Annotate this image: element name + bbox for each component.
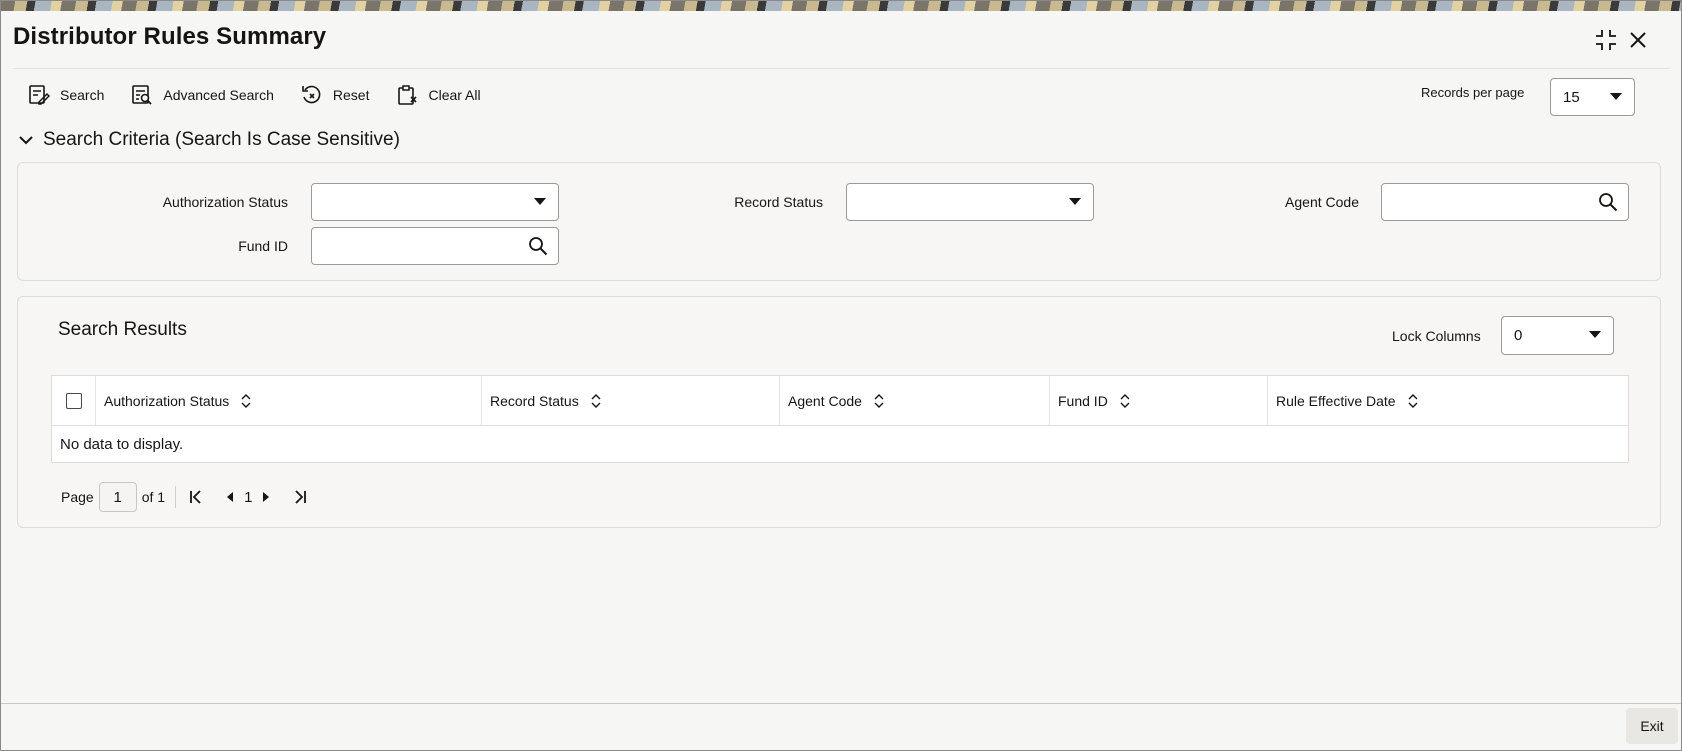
column-header-label: Agent Code [788, 392, 862, 409]
lock-columns-label: Lock Columns [1392, 328, 1481, 344]
window-frame: Distributor Rules Summary Search Advance… [0, 0, 1682, 751]
previous-page-button[interactable] [220, 487, 240, 507]
reset-icon [300, 83, 324, 107]
column-header-label: Fund ID [1058, 392, 1108, 409]
page-total-label: of 1 [141, 489, 166, 505]
column-header-rule-effective-date[interactable]: Rule Effective Date [1268, 376, 1628, 425]
chevron-down-icon [19, 136, 33, 145]
column-header-record-status[interactable]: Record Status [482, 376, 780, 425]
pager-divider [175, 486, 177, 508]
records-per-page-select[interactable]: 15 [1550, 78, 1635, 116]
toolbar: Search Advanced Search Reset Clear All [27, 83, 507, 107]
chevron-down-icon [534, 198, 546, 205]
column-header-label: Record Status [490, 392, 579, 409]
exit-button[interactable]: Exit [1626, 708, 1678, 744]
search-button[interactable]: Search [27, 83, 104, 107]
search-criteria-panel [17, 162, 1661, 281]
next-page-button[interactable] [256, 487, 276, 507]
column-header-label: Rule Effective Date [1276, 392, 1396, 409]
close-button[interactable] [1625, 27, 1651, 53]
maximize-button[interactable] [1593, 27, 1619, 53]
select-all-cell [52, 376, 96, 425]
search-results-heading: Search Results [58, 319, 187, 340]
results-table: Authorization Status Record Status Agent… [51, 375, 1629, 463]
page-label: Page [61, 489, 94, 505]
empty-state-message: No data to display. [60, 435, 184, 453]
search-criteria-heading: Search Criteria (Search Is Case Sensitiv… [43, 129, 400, 150]
lock-columns-value: 0 [1514, 327, 1523, 344]
chevron-down-icon [1610, 93, 1622, 100]
advanced-search-button[interactable]: Advanced Search [130, 83, 274, 107]
chevron-down-icon [1589, 331, 1601, 338]
search-icon[interactable] [528, 236, 548, 256]
close-icon [1630, 32, 1646, 48]
title-divider [13, 68, 1669, 69]
record-status-select[interactable] [846, 183, 1094, 221]
fund-id-input[interactable] [311, 227, 559, 265]
last-page-icon [295, 490, 307, 504]
reset-button[interactable]: Reset [300, 83, 370, 107]
chevron-down-icon [1069, 198, 1081, 205]
column-header-fund-id[interactable]: Fund ID [1050, 376, 1268, 425]
agent-code-input[interactable] [1381, 183, 1629, 221]
first-page-button[interactable] [186, 487, 206, 507]
clear-all-button[interactable]: Clear All [395, 83, 481, 107]
collapse-icon [1596, 30, 1616, 50]
pagination: Page 1 of 1 1 [61, 482, 310, 512]
fund-id-label: Fund ID [238, 238, 288, 254]
search-button-label: Search [60, 87, 105, 103]
authorization-status-label: Authorization Status [162, 194, 288, 210]
search-form-icon [27, 83, 51, 107]
table-header-row: Authorization Status Record Status Agent… [52, 376, 1628, 426]
sort-icon [241, 393, 251, 408]
first-page-icon [190, 490, 201, 504]
current-page-indicator[interactable]: 1 [244, 489, 252, 506]
authorization-status-select[interactable] [311, 183, 559, 221]
caret-right-icon [263, 492, 270, 502]
page-title: Distributor Rules Summary [13, 23, 327, 50]
sort-icon [591, 393, 601, 408]
last-page-button[interactable] [290, 487, 310, 507]
sort-icon [1120, 393, 1130, 408]
page-number-input[interactable]: 1 [98, 482, 137, 512]
sort-icon [874, 393, 884, 408]
caret-left-icon [227, 492, 234, 502]
decorative-banner [1, 1, 1681, 11]
column-header-authorization-status[interactable]: Authorization Status [96, 376, 482, 425]
clear-all-button-label: Clear All [428, 87, 481, 103]
reset-button-label: Reset [332, 87, 370, 103]
select-all-checkbox[interactable] [65, 392, 82, 409]
agent-code-label: Agent Code [1285, 194, 1359, 210]
advanced-search-icon [130, 83, 154, 107]
advanced-search-button-label: Advanced Search [163, 87, 274, 103]
clipboard-icon [395, 83, 419, 107]
search-icon[interactable] [1598, 192, 1618, 212]
footer-divider [1, 703, 1681, 704]
column-header-label: Authorization Status [104, 392, 230, 409]
record-status-label: Record Status [734, 194, 823, 210]
column-header-agent-code[interactable]: Agent Code [780, 376, 1050, 425]
records-per-page-label: Records per page [1421, 85, 1525, 100]
records-per-page-value: 15 [1563, 88, 1580, 106]
search-criteria-toggle[interactable]: Search Criteria (Search Is Case Sensitiv… [17, 129, 400, 151]
sort-icon [1408, 393, 1418, 408]
lock-columns-select[interactable]: 0 [1501, 316, 1614, 355]
